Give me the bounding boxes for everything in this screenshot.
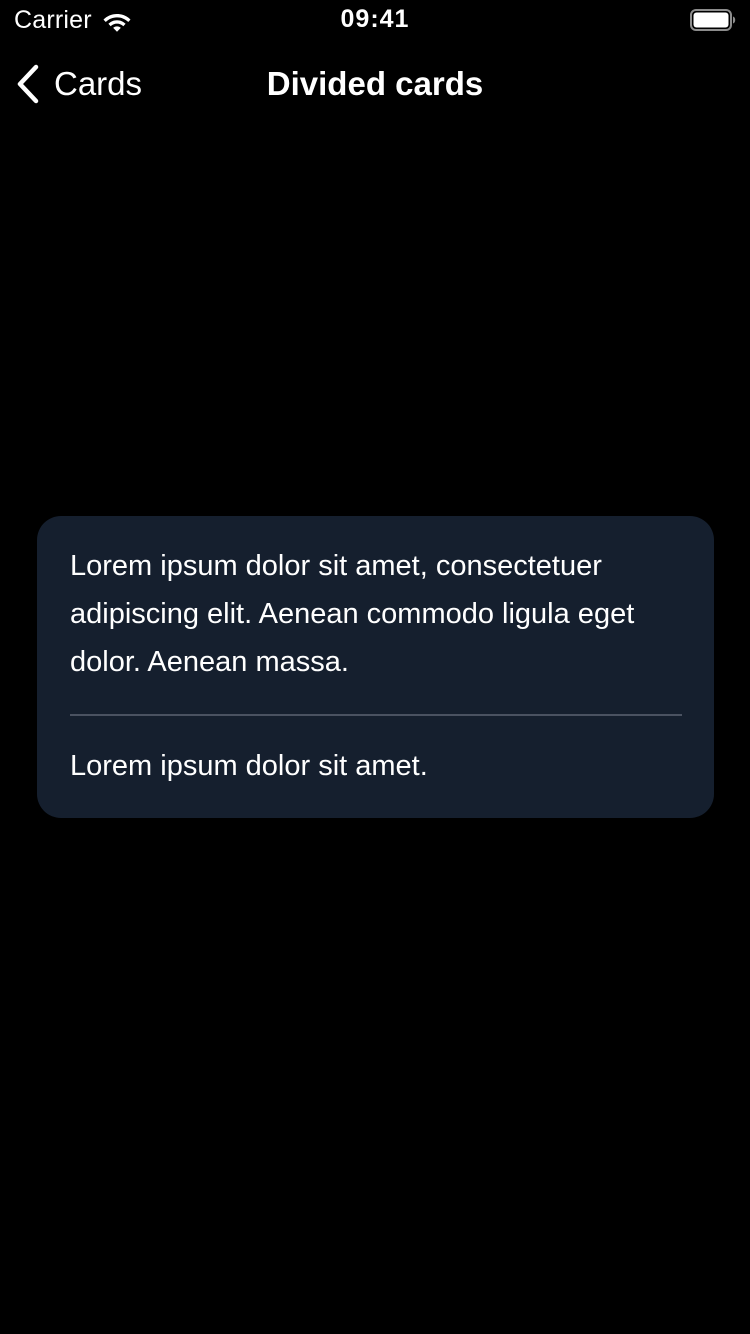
card-body-text: Lorem ipsum dolor sit amet, consectetuer… xyxy=(70,550,635,678)
divided-card: Lorem ipsum dolor sit amet, consectetuer… xyxy=(37,516,714,818)
page-title: Divided cards xyxy=(266,65,484,102)
navigation-bar: Cards Divided cards xyxy=(0,40,750,128)
screen: Carrier 09:41 Cards Divided cards Lorem … xyxy=(0,0,750,1334)
battery-full-icon xyxy=(690,9,736,31)
status-time: 09:41 xyxy=(340,5,410,33)
card-footer-text: Lorem ipsum dolor sit amet. xyxy=(70,750,428,782)
status-bar: Carrier 09:41 xyxy=(0,0,750,40)
card-divider xyxy=(70,714,682,716)
